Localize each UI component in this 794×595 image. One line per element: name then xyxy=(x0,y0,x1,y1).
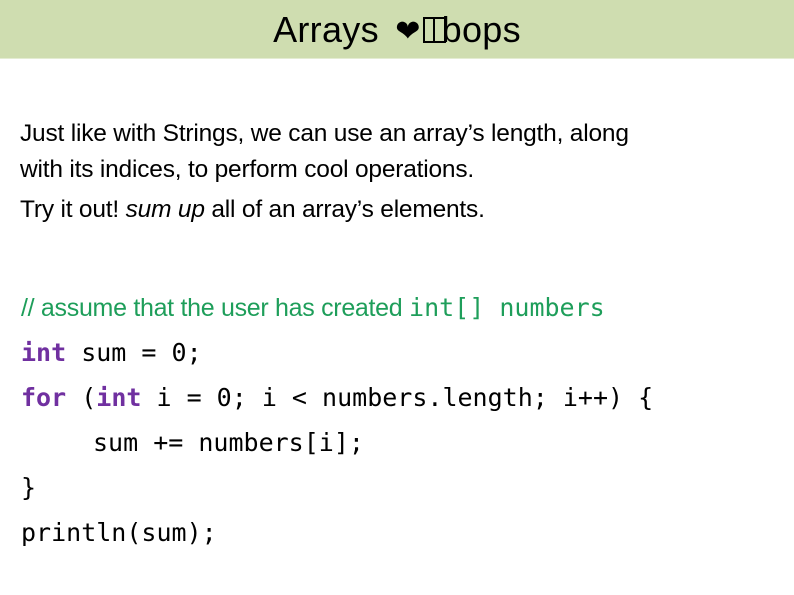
heart-icon: ❤ xyxy=(395,14,421,49)
body-line-1: Just like with Strings, we can use an ar… xyxy=(20,120,629,147)
slide-title: Arrays ❤ bops xyxy=(0,6,794,56)
comment-text: // assume that the user has created xyxy=(21,294,410,322)
code-line-for: for (int i = 0; i < numbers.length; i++)… xyxy=(21,375,781,420)
code-text: sum += numbers[i]; xyxy=(93,428,364,457)
code-line-declare: int sum = 0; xyxy=(21,330,781,375)
body-line-3: Try it out! sum up all of an array’s ele… xyxy=(20,192,780,228)
code-text: } xyxy=(21,473,37,502)
body-line-3-emphasis: sum up xyxy=(125,196,205,223)
code-block: // assume that the user has created int[… xyxy=(21,285,781,555)
code-comment-line: // assume that the user has created int[… xyxy=(21,285,781,330)
missing-glyph-icon xyxy=(422,17,446,43)
code-line-body: sum += numbers[i]; xyxy=(21,420,781,465)
code-text: i = 0; i < numbers.length; i++) { xyxy=(141,383,654,412)
keyword-int: int xyxy=(21,338,67,367)
title-text-end: bops xyxy=(441,9,521,50)
keyword-for: for xyxy=(21,383,67,412)
code-text: sum = 0; xyxy=(66,338,202,367)
body-line-3-suffix: all of an array’s elements. xyxy=(204,196,485,223)
code-line-close: } xyxy=(21,465,781,510)
title-text: Arrays xyxy=(273,9,379,50)
slide-body: Just like with Strings, we can use an ar… xyxy=(20,116,780,228)
code-line-print: println(sum); xyxy=(21,510,781,555)
body-line-2: with its indices, to perform cool operat… xyxy=(20,156,474,183)
keyword-int: int xyxy=(96,383,142,412)
code-text: println(sum); xyxy=(21,518,217,547)
body-line-3-prefix: Try it out! xyxy=(20,196,126,223)
code-text: ( xyxy=(66,383,97,412)
comment-code: int[] numbers xyxy=(409,293,605,322)
